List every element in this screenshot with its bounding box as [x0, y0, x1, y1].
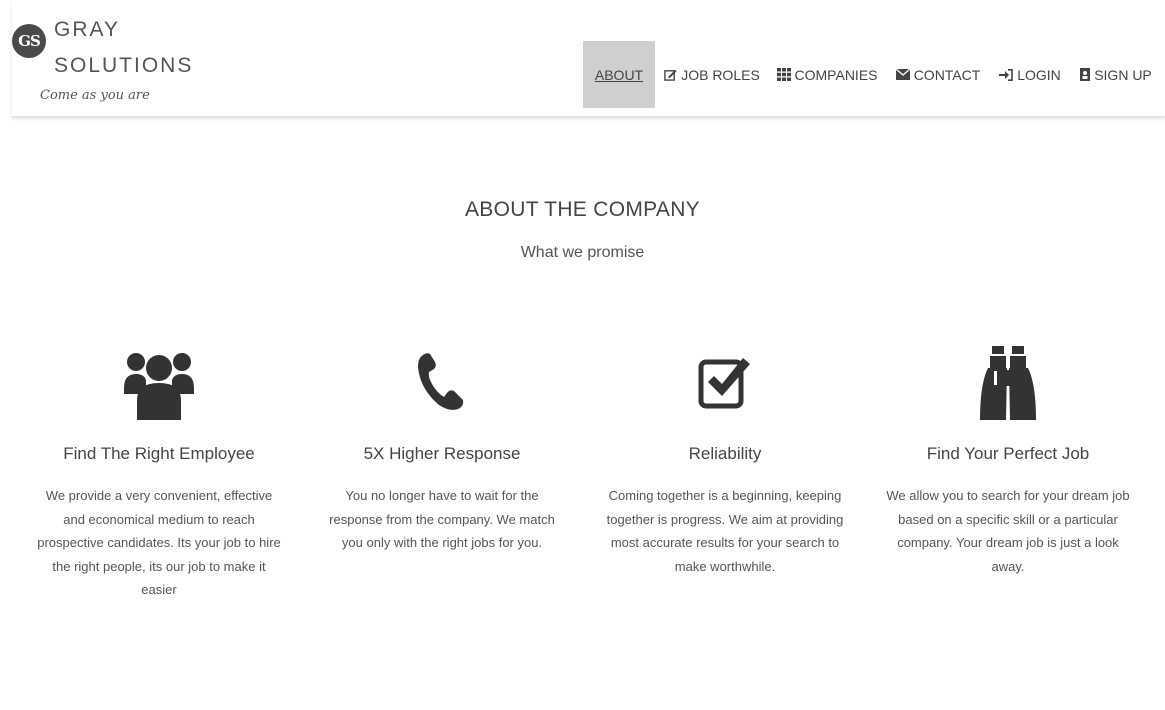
feature-text: Coming together is a beginning, keeping …: [606, 488, 844, 574]
nav-companies-label: COMPANIES: [794, 66, 878, 83]
edit-icon: [664, 68, 677, 81]
nav-job-roles-label: JOB ROLES: [681, 66, 760, 83]
feature-text: We allow you to search for your dream jo…: [886, 488, 1130, 574]
feature-text: We provide a very convenient, effective …: [37, 488, 281, 597]
brand-mark-icon: GS: [12, 24, 46, 58]
brand-name-line1: GRAY: [54, 18, 120, 41]
navbar: GS GRAY SOLUTIONS Come as you are ABOUT …: [12, 0, 1165, 117]
nav-job-roles[interactable]: JOB ROLES: [664, 41, 760, 108]
feature-card: Find The Right Employee We provide a ver…: [34, 340, 284, 602]
feature-title: Find Your Perfect Job: [926, 444, 1090, 463]
feature-text: You no longer have to wait for the respo…: [329, 488, 555, 550]
nav-about[interactable]: ABOUT: [583, 41, 655, 108]
sign-in-icon: [999, 68, 1014, 81]
nav-companies[interactable]: COMPANIES: [776, 41, 878, 108]
nav-signup-label: SIGN UP: [1094, 66, 1152, 83]
check-square-icon: [600, 340, 850, 424]
brand-logo[interactable]: GS GRAY SOLUTIONS Come as you are: [12, 0, 232, 116]
feature-card: Find Your Perfect Job We allow you to se…: [883, 340, 1133, 578]
feature-title: Reliability: [688, 444, 762, 463]
binoculars-icon: [883, 340, 1133, 424]
nav-contact[interactable]: CONTACT: [895, 41, 981, 108]
user-card-icon: [1080, 68, 1091, 81]
nav-contact-label: CONTACT: [913, 66, 981, 83]
feature-card: 5X Higher Response You no longer have to…: [317, 340, 567, 555]
feature-title: 5X Higher Response: [363, 444, 521, 463]
nav-about-label: ABOUT: [594, 66, 644, 83]
feature-title: Find The Right Employee: [63, 444, 255, 463]
nav-login-label: LOGIN: [1017, 66, 1061, 83]
envelope-icon: [895, 69, 910, 80]
brand-name-line2: SOLUTIONS: [54, 54, 194, 77]
nav-signup[interactable]: SIGN UP: [1080, 41, 1152, 108]
feature-card: Reliability Coming together is a beginni…: [600, 340, 850, 578]
section-subtitle: What we promise: [520, 244, 645, 261]
brand-tagline: Come as you are: [40, 88, 150, 103]
nav-login[interactable]: LOGIN: [999, 41, 1061, 108]
phone-icon: [317, 340, 567, 424]
section-title: ABOUT THE COMPANY: [465, 198, 700, 221]
grid-icon: [776, 68, 791, 81]
users-icon: [34, 340, 284, 424]
